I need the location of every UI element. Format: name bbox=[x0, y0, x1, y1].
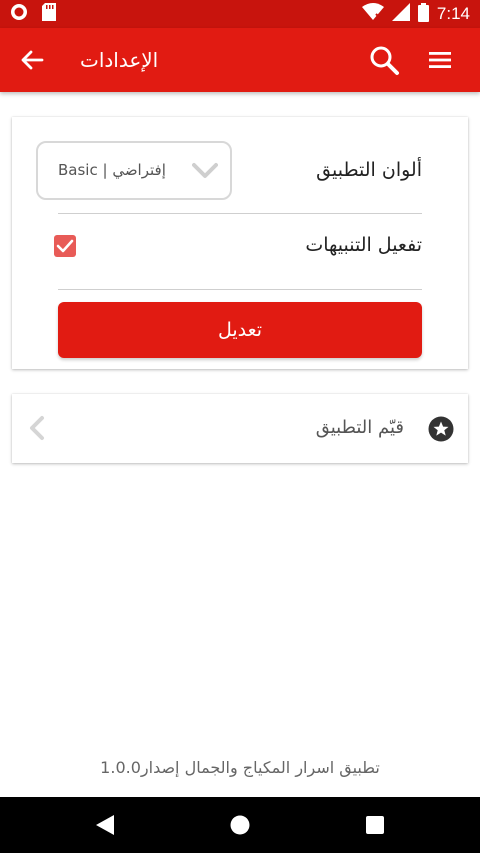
divider bbox=[58, 213, 422, 214]
page-title: الإعدادات bbox=[80, 48, 159, 72]
divider bbox=[58, 289, 422, 290]
wifi-icon bbox=[361, 3, 384, 25]
rate-app-label: قيّم التطبيق bbox=[315, 417, 404, 438]
app-bar: الإعدادات bbox=[0, 28, 480, 92]
notification-dot-icon bbox=[10, 3, 28, 25]
signal-icon bbox=[391, 3, 410, 25]
nav-home-icon[interactable] bbox=[229, 814, 251, 840]
app-colors-value: Basic | إفتراضي bbox=[58, 161, 166, 179]
navigation-bar bbox=[0, 797, 480, 853]
nav-recents-icon[interactable] bbox=[366, 816, 384, 838]
rate-app-item[interactable]: قيّم التطبيق bbox=[12, 394, 468, 463]
nav-back-icon[interactable] bbox=[94, 813, 116, 841]
status-bar: 7:14 bbox=[0, 0, 480, 28]
submit-button[interactable]: تعديل bbox=[58, 302, 422, 358]
battery-icon bbox=[417, 2, 429, 26]
sd-card-icon bbox=[42, 3, 56, 25]
notifications-checkbox[interactable] bbox=[54, 235, 76, 257]
app-colors-select[interactable]: Basic | إفتراضي bbox=[36, 141, 232, 200]
star-icon bbox=[428, 416, 454, 442]
app-colors-label: ألوان التطبيق bbox=[316, 159, 422, 181]
back-arrow-icon[interactable] bbox=[18, 46, 46, 74]
version-text: تطبيق اسرار المكياج والجمال إصدار1.0.0 bbox=[100, 758, 380, 777]
chevron-down-icon bbox=[192, 161, 218, 181]
search-icon[interactable] bbox=[368, 44, 400, 76]
settings-card: ألوان التطبيق Basic | إفتراضي تفعيل التن… bbox=[12, 117, 468, 369]
notifications-label: تفعيل التنبيهات bbox=[305, 234, 422, 256]
menu-icon[interactable] bbox=[426, 46, 454, 74]
status-time: 7:14 bbox=[436, 4, 470, 23]
chevron-left-icon bbox=[26, 414, 48, 442]
